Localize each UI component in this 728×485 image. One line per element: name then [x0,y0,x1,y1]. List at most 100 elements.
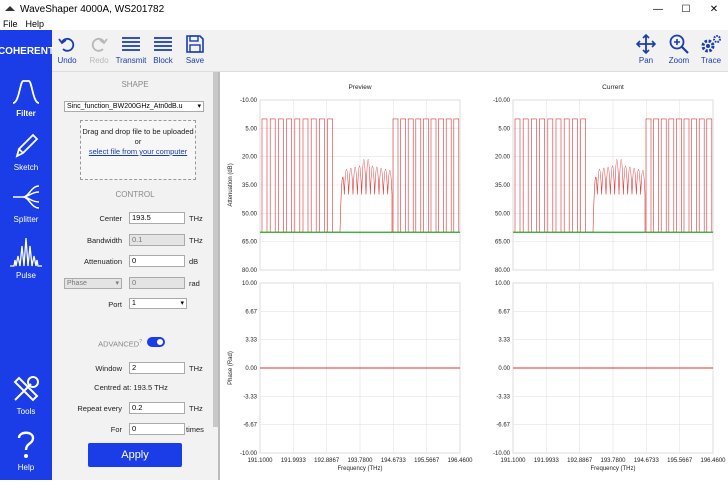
center-input[interactable]: 193.5 [129,212,185,224]
y-tick-label-2-0: 10.00 [242,281,258,287]
x-tick-label-3-3: 193.7800 [600,458,626,464]
tools-icon [13,376,39,402]
nav-sketch[interactable]: Sketch [0,130,52,172]
y-tick-label-0-6: 80.00 [242,268,258,274]
transmit-button[interactable]: Transmit [114,34,148,65]
x-tick-label-2-5: 195.5667 [414,458,440,464]
window-input[interactable]: 2 [129,362,185,374]
menu-bar: File Help [0,18,728,30]
y-tick-label-1-0: -10.00 [493,98,511,104]
undo-label: Undo [57,56,77,65]
nav-help[interactable]: Help [0,428,52,472]
side-navigation: Filter Sketch Splitter Pulse Tools Help [0,72,52,480]
plot-title-1: Current [602,84,624,91]
center-label: Center [99,214,122,223]
phase-input[interactable]: 0 [129,277,185,289]
attenuation-input[interactable]: 0 [129,255,185,267]
pulse-icon [10,237,42,267]
y-tick-label-0-4: 50.00 [242,211,258,217]
y-tick-label-1-3: 35.00 [495,183,511,189]
redo-icon [91,37,108,52]
app-icon [5,6,15,11]
plots-area: -10.00 5.00 20.00 35.00 50.00 65.00 80.00 Previ… [218,72,728,480]
for-unit: times [186,425,204,434]
y-tick-label-1-1: 5.00 [498,126,510,132]
y-tick-label-1-5: 65.00 [495,240,511,246]
toolbar: COHERENT Undo Redo Transmit Block Save P… [0,30,728,72]
x-tick-label-3-5: 195.5667 [667,458,693,464]
y-axis-label-0: Attenuation (dB) [228,163,234,206]
nav-pulse-label: Pulse [15,271,36,280]
zoom-icon [669,34,689,54]
x-tick-label-2-6: 196.4600 [447,458,473,464]
zoom-label: Zoom [668,56,690,65]
for-input[interactable]: 0 [129,423,185,435]
x-axis-label-3: Frequency (THz) [590,466,635,472]
y-tick-label-0-3: 35.00 [242,183,258,189]
y-tick-label-2-1: 6.67 [245,309,257,315]
port-label: Port [108,300,122,309]
y-tick-label-2-5: -6.67 [243,423,257,429]
centred-text: Centred at: 193.5 THz [94,383,168,392]
window-title: WaveShaper 4000A, WS201782 [20,3,165,15]
y-tick-label-3-2: 3.33 [498,338,510,344]
zoom-button[interactable]: Zoom [662,34,696,65]
y-tick-label-3-4: -3.33 [496,394,510,400]
nav-tools-label: Tools [16,407,36,416]
save-button[interactable]: Save [178,34,212,65]
save-icon [186,35,204,53]
y-tick-label-1-2: 20.00 [495,155,511,161]
x-axis-label-2: Frequency (THz) [337,466,382,472]
y-tick-label-3-0: 10.00 [495,281,511,287]
redo-label: Redo [89,56,109,65]
apply-button[interactable]: Apply [88,443,182,467]
x-tick-label-2-4: 194.6733 [381,458,407,464]
advanced-help-icon[interactable]: ? [139,339,142,345]
y-tick-label-1-6: 80.00 [495,268,511,274]
minimize-button[interactable]: — [644,4,672,15]
trace-button[interactable]: Trace [694,34,728,65]
x-tick-label-2-3: 193.7800 [347,458,373,464]
attenuation-unit: dB [189,257,199,266]
nav-tools[interactable]: Tools [0,374,52,416]
pencil-icon [15,133,39,158]
maximize-button[interactable]: ☐ [672,4,700,15]
bandwidth-input[interactable]: 0.1 [129,234,185,246]
file-drop-zone[interactable]: Drag and drop file to be uploaded or sel… [80,120,196,180]
close-button[interactable]: ✕ [700,4,728,15]
help-icon [17,431,35,458]
port-select[interactable]: 1 [129,298,187,309]
shape-file-select[interactable]: Sinc_function_BW200GHz_Atn0dB.u [64,101,204,112]
block-button[interactable]: Block [146,34,180,65]
y-tick-label-2-2: 3.33 [245,338,257,344]
x-tick-label-3-6: 196.4600 [700,458,726,464]
menu-file[interactable]: File [3,19,18,29]
filter-control-panel: SHAPE Sinc_function_BW200GHz_Atn0dB.u Dr… [52,72,218,480]
drop-text: Drag and drop file to be uploaded [82,127,194,136]
nav-help-label: Help [17,463,35,472]
y-tick-label-0-1: 5.00 [245,126,257,132]
for-label: For [110,425,122,434]
repeat-input[interactable]: 0.2 [129,402,185,414]
nav-filter[interactable]: Filter [0,76,52,118]
redo-button[interactable]: Redo [82,34,116,65]
nav-splitter[interactable]: Splitter [0,182,52,224]
phase-select[interactable]: Phase [64,278,122,289]
nav-filter-label: Filter [16,109,36,118]
undo-button[interactable]: Undo [50,34,84,65]
splitter-icon [13,185,40,209]
pan-label: Pan [638,56,654,65]
select-file-link[interactable]: select file from your computer [81,147,195,157]
bandwidth-unit: THz [189,236,203,245]
repeat-unit: THz [189,404,203,413]
plots-svg: -10.00 5.00 20.00 35.00 50.00 65.00 80.00 Previ… [218,72,726,480]
nav-pulse[interactable]: Pulse [0,236,52,280]
trace-icon [701,35,721,53]
y-tick-label-2-4: -3.33 [243,394,257,400]
advanced-toggle[interactable] [147,337,165,347]
menu-help[interactable]: Help [26,19,45,29]
pan-button[interactable]: Pan [629,34,663,65]
nav-sketch-label: Sketch [13,163,39,172]
control-heading: CONTROL [115,190,155,199]
title-bar: WaveShaper 4000A, WS201782 — ☐ ✕ [0,0,728,18]
